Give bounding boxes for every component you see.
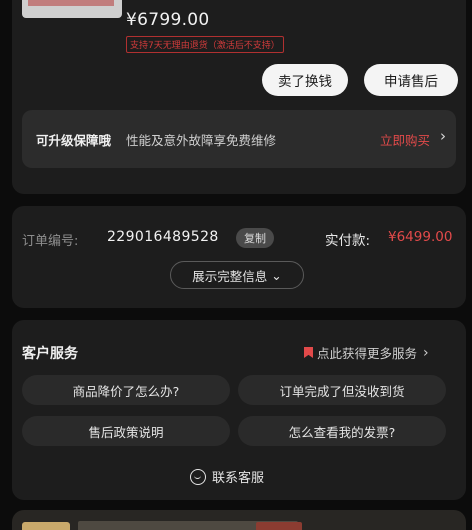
product-card: ¥6799.00 支持7天无理由退货（激活后不支持） 卖了换钱 申请售后 可升级… — [12, 0, 466, 194]
faq-price-drop[interactable]: 商品降价了怎么办? — [22, 375, 230, 405]
faq-after-sales-policy[interactable]: 售后政策说明 — [22, 416, 230, 446]
promo-highlight-cutoff — [256, 522, 302, 530]
service-title: 客户服务 — [22, 346, 78, 362]
after-sales-button[interactable]: 申请售后 — [364, 64, 458, 96]
copy-button[interactable]: 复制 — [236, 228, 274, 248]
product-thumbnail[interactable] — [22, 0, 122, 18]
promo-badge — [22, 522, 70, 530]
bookmark-icon — [304, 347, 313, 358]
chevron-right-icon: › — [440, 127, 446, 145]
customer-service-card: 客户服务 点此获得更多服务 › 商品降价了怎么办? 订单完成了但没收到货 售后政… — [12, 320, 466, 500]
return-policy-tag: 支持7天无理由退货（激活后不支持） — [126, 36, 284, 53]
warranty-upgrade-banner[interactable]: 可升级保障哦 性能及意外故障享免费维修 立即购买 › — [22, 110, 456, 168]
more-services-label: 点此获得更多服务 — [317, 346, 418, 361]
warranty-description: 性能及意外故障享免费维修 — [126, 133, 277, 148]
paid-amount: ¥6499.00 — [388, 229, 453, 245]
thumbnail-line — [28, 0, 114, 6]
more-services-link[interactable]: 点此获得更多服务 › — [304, 343, 429, 362]
smile-chat-icon — [190, 468, 206, 485]
show-full-info-button[interactable]: 展示完整信息 ⌄ — [170, 261, 304, 289]
sell-button[interactable]: 卖了换钱 — [262, 64, 348, 96]
buy-now-link[interactable]: 立即购买 — [380, 130, 430, 149]
faq-view-invoice[interactable]: 怎么查看我的发票? — [238, 416, 446, 446]
order-number: 229016489528 — [107, 229, 219, 245]
product-price: ¥6799.00 — [126, 10, 210, 30]
faq-not-received[interactable]: 订单完成了但没收到货 — [238, 375, 446, 405]
order-number-label: 订单编号: — [22, 234, 79, 249]
promo-card-partial[interactable] — [12, 510, 466, 530]
show-full-info-label: 展示完整信息 — [192, 268, 268, 284]
chevron-right-icon: › — [423, 344, 429, 361]
order-info-card: 订单编号: 229016489528 复制 实付款: ¥6499.00 展示完整… — [12, 206, 466, 308]
contact-support-button[interactable]: 联系客服 — [190, 467, 264, 486]
warranty-title: 可升级保障哦 — [36, 133, 112, 148]
chevron-down-icon: ⌄ — [271, 267, 282, 283]
paid-label: 实付款: — [325, 233, 371, 249]
contact-support-label: 联系客服 — [212, 471, 265, 486]
